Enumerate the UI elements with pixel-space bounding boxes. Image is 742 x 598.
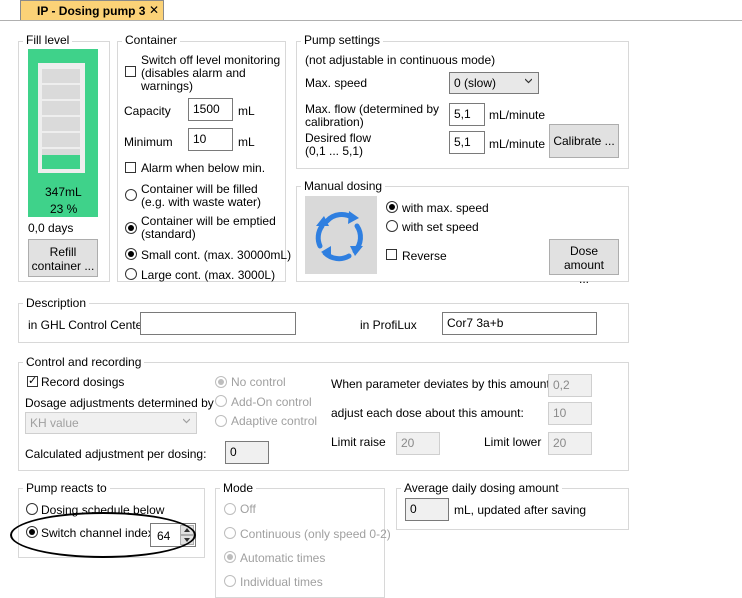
addon-control-radio[interactable]	[215, 395, 227, 407]
switch-off-monitoring-checkbox[interactable]	[125, 66, 136, 77]
tab-dosing-pump-3[interactable]: IP - Dosing pump 3 ✕	[20, 0, 164, 20]
capacity-input[interactable]: 1500	[188, 98, 233, 121]
ghl-description-input[interactable]	[140, 312, 296, 335]
mode-title: Mode	[220, 481, 257, 495]
dosage-adjustment-select[interactable]: KH value	[25, 412, 197, 434]
profilux-description-input[interactable]: Cor7 3a+b	[442, 312, 597, 335]
deviation-amount-input[interactable]: 0,2	[548, 374, 592, 397]
no-control-radio[interactable]	[215, 376, 227, 388]
description-title: Description	[23, 296, 90, 310]
control-recording-title: Control and recording	[23, 355, 145, 369]
with-set-speed-radio[interactable]	[386, 220, 398, 232]
max-flow-input[interactable]: 5,1	[449, 103, 485, 126]
small-container-radio[interactable]	[125, 248, 137, 260]
mode-automatic-radio[interactable]	[224, 551, 236, 563]
pump-reacts-title: Pump reacts to	[23, 481, 110, 495]
minimum-input[interactable]: 10	[188, 128, 233, 151]
refill-container-button[interactable]: Refill container ...	[28, 239, 98, 277]
with-max-speed-radio[interactable]	[386, 201, 398, 213]
mode-continuous-radio[interactable]	[224, 527, 236, 539]
container-title: Container	[122, 33, 181, 47]
record-dosings-checkbox[interactable]	[27, 374, 38, 387]
limit-raise-input[interactable]: 20	[396, 432, 440, 455]
tank-level-indicator	[38, 63, 85, 173]
average-dosing-title: Average daily dosing amount	[401, 481, 562, 495]
calculated-adjustment-input[interactable]: 0	[225, 441, 269, 464]
container-emptied-radio[interactable]	[125, 222, 137, 234]
mode-off-radio[interactable]	[224, 503, 236, 515]
dose-cycle-icon[interactable]	[305, 196, 377, 274]
fill-days: 0,0 days	[28, 221, 74, 235]
container-filled-radio[interactable]	[125, 189, 137, 201]
adjust-amount-input[interactable]: 10	[548, 402, 592, 425]
adaptive-control-radio[interactable]	[215, 415, 227, 427]
hand-drawn-annotation-ellipse	[10, 512, 196, 558]
manual-dosing-title: Manual dosing	[301, 179, 386, 193]
mode-individual-radio[interactable]	[224, 575, 236, 587]
close-icon[interactable]: ✕	[149, 3, 159, 17]
tab-title: IP - Dosing pump 3	[37, 4, 146, 18]
fill-amount: 347mL	[45, 185, 82, 199]
limit-lower-input[interactable]: 20	[548, 432, 592, 455]
minimum-label: Minimum	[124, 135, 173, 149]
calibrate-button[interactable]: Calibrate ...	[549, 124, 619, 158]
fill-level-title: Fill level	[23, 33, 73, 47]
dosing-schedule-radio[interactable]	[26, 503, 38, 515]
large-container-radio[interactable]	[125, 268, 137, 280]
fill-percent: 23 %	[50, 202, 78, 216]
chevron-down-icon	[525, 78, 532, 84]
max-speed-label: Max. speed	[305, 76, 368, 90]
dose-amount-button[interactable]: Dose amount ...	[549, 239, 619, 286]
chevron-down-icon	[183, 418, 190, 424]
pump-settings-title: Pump settings	[301, 33, 384, 47]
fill-level-tank: 347mL 23 %	[28, 49, 98, 217]
desired-flow-input[interactable]: 5,1	[449, 131, 485, 154]
reverse-checkbox[interactable]	[386, 249, 397, 260]
alarm-below-min-checkbox[interactable]	[125, 162, 136, 173]
max-speed-select[interactable]: 0 (slow)	[449, 72, 539, 94]
capacity-label: Capacity	[124, 104, 171, 118]
average-dosing-input[interactable]: 0	[405, 498, 449, 521]
